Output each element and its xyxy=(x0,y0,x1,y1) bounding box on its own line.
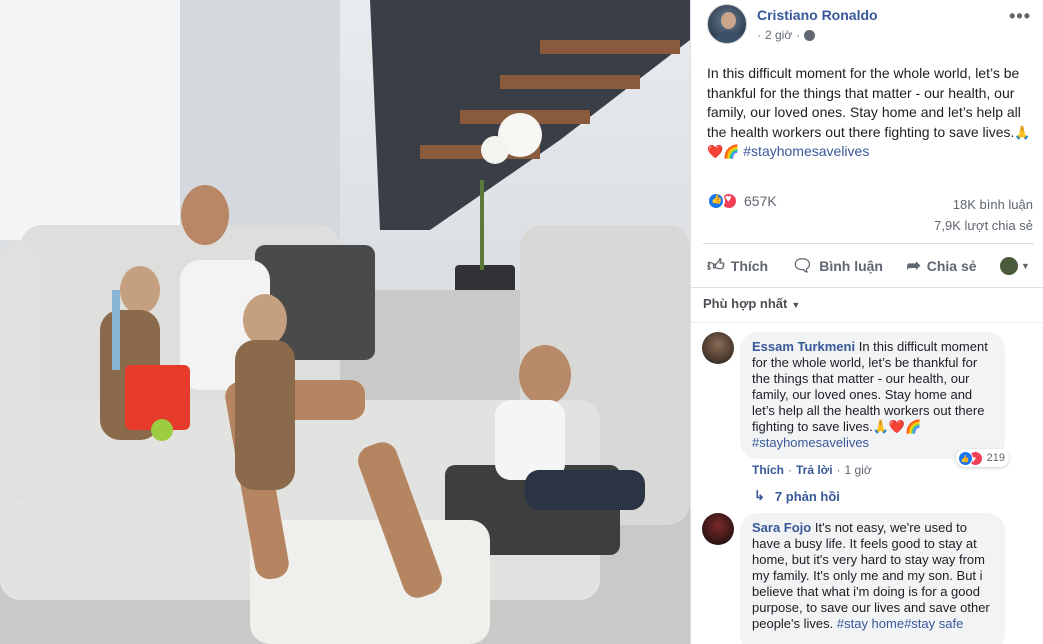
post-actions: 👍︎ Thích 🗨︎ Bình luận ➦ Chia sẻ ▼ xyxy=(703,243,1034,287)
comment-hashtag[interactable]: #stayhomesavelives xyxy=(752,435,869,450)
comment-hashtags[interactable]: #stay home#stay safe xyxy=(837,616,963,631)
caret-down-icon: ▼ xyxy=(791,300,801,310)
comment-text: It's not easy, we're used to have a busy… xyxy=(752,520,990,631)
more-dots-icon[interactable]: ••• xyxy=(1009,6,1031,27)
comment-reaction-count: 219 xyxy=(986,452,1005,464)
globe-icon xyxy=(804,29,816,41)
commenter-avatar[interactable] xyxy=(702,513,734,545)
like-label: Thích xyxy=(730,257,769,274)
author-block: Cristiano Ronaldo · 2 giờ · xyxy=(757,6,878,42)
post-stats: 18K bình luận 7,9K lượt chia sẻ xyxy=(934,194,1033,236)
commenter-avatar[interactable] xyxy=(702,332,734,364)
comment-sort[interactable]: Phù hợp nhất ▼ xyxy=(691,287,1043,323)
comment-bubble: Essam Turkmeni In this difficult moment … xyxy=(740,332,1009,468)
dot-separator: · xyxy=(796,28,801,42)
dot-separator: · xyxy=(836,463,841,477)
share-button[interactable]: ➦ Chia sẻ xyxy=(906,256,976,276)
comment-time[interactable]: 1 giờ xyxy=(845,463,872,477)
dot-separator: · xyxy=(788,463,792,477)
comment-item: Sara Fojo It's not easy, we're used to h… xyxy=(702,513,1005,644)
comment-bubble: Sara Fojo It's not easy, we're used to h… xyxy=(740,513,1005,644)
post-meta: · 2 giờ · xyxy=(757,28,878,42)
reaction-summary[interactable]: 657K xyxy=(707,192,777,210)
comment-body: Sara Fojo It's not easy, we're used to h… xyxy=(740,513,1005,644)
comment-button[interactable]: 🗨︎ Bình luận xyxy=(792,256,883,276)
reaction-count: 657K xyxy=(744,193,777,209)
comment-like-link[interactable]: Thích xyxy=(752,463,784,477)
commenter-name[interactable]: Essam Turkmeni xyxy=(752,339,855,354)
reply-arrow-icon: ↳ xyxy=(754,488,765,503)
comment-emojis: 🙏❤️🌈 xyxy=(872,419,922,434)
share-arrow-icon: ➦ xyxy=(906,255,921,275)
chevron-down-icon: ▼ xyxy=(1021,260,1030,271)
like-button[interactable]: 👍︎ Thích xyxy=(707,255,768,276)
commenter-name[interactable]: Sara Fojo xyxy=(752,520,811,535)
post-time[interactable]: 2 giờ xyxy=(765,28,792,42)
post-hashtag[interactable]: #stayhomesavelives xyxy=(743,143,869,159)
view-replies-link[interactable]: ↳ 7 phản hồi xyxy=(754,488,840,504)
author-name[interactable]: Cristiano Ronaldo xyxy=(757,6,878,24)
post-text-main: In this difficult moment for the whole w… xyxy=(707,65,1021,140)
replies-label: 7 phản hồi xyxy=(774,488,840,504)
shares-count[interactable]: 7,9K lượt chia sẻ xyxy=(934,215,1033,236)
post-text: In this difficult moment for the whole w… xyxy=(707,64,1037,162)
comment-reply-link[interactable]: Trả lời xyxy=(796,463,833,477)
profile-selector[interactable]: ▼ xyxy=(1000,256,1030,275)
author-avatar[interactable] xyxy=(707,4,747,44)
thumbs-up-icon: 👍︎ xyxy=(707,256,725,275)
like-reaction-icon xyxy=(707,192,725,210)
comment-label: Bình luận xyxy=(819,257,883,274)
dot-separator: · xyxy=(757,28,761,42)
photo-illustration xyxy=(0,0,690,644)
sort-label: Phù hợp nhất xyxy=(703,296,788,311)
comments-count[interactable]: 18K bình luận xyxy=(934,194,1033,215)
share-label: Chia sẻ xyxy=(926,257,977,274)
like-reaction-icon xyxy=(957,450,973,468)
comment-item: Essam Turkmeni In this difficult moment … xyxy=(702,332,1009,477)
comment-body: Essam Turkmeni In this difficult moment … xyxy=(740,332,1009,477)
post-header: Cristiano Ronaldo · 2 giờ · xyxy=(707,4,878,44)
page-avatar xyxy=(1000,256,1019,275)
comment-reactions[interactable]: 219 xyxy=(955,449,1009,468)
post-photo[interactable] xyxy=(0,0,690,644)
comment-bubble-icon: 🗨︎ xyxy=(791,255,814,275)
